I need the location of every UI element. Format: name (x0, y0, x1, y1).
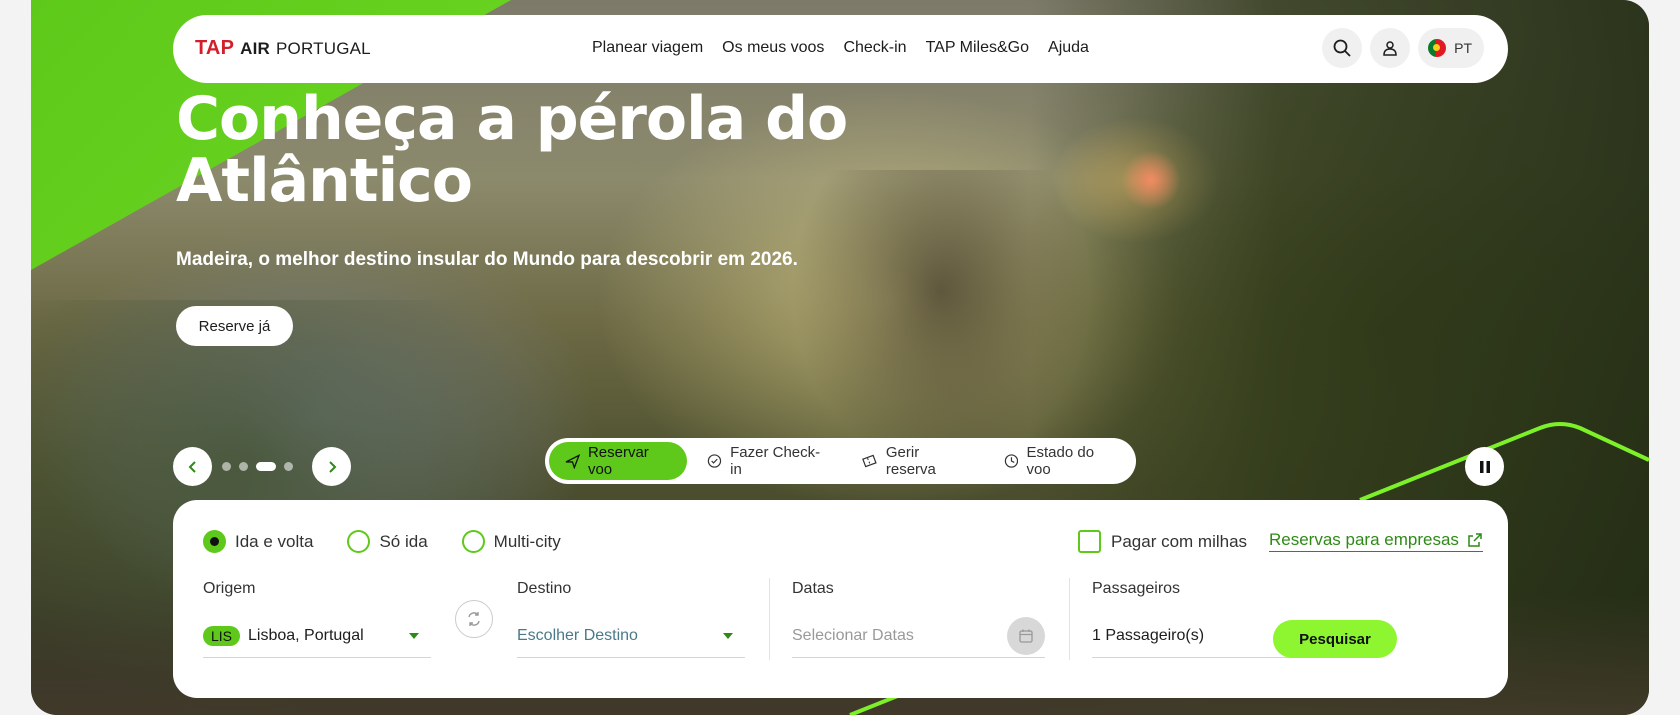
language-code: PT (1454, 40, 1472, 56)
dates-field[interactable]: Selecionar Datas (792, 615, 1045, 658)
radio-selected[interactable] (203, 530, 226, 553)
checkbox-box[interactable] (1078, 530, 1101, 553)
top-navigation: TAP AIR PORTUGAL Planear viagem Os meus … (173, 15, 1508, 83)
tap-logo[interactable]: TAP AIR PORTUGAL (195, 37, 371, 60)
tab-estado-do-voo[interactable]: Estado do voo (988, 442, 1132, 480)
tab-label: Gerir reserva (885, 444, 936, 478)
radio-label: Ida e volta (235, 531, 314, 551)
hero-people (791, 170, 1091, 470)
carousel-pause-button[interactable] (1465, 447, 1504, 486)
origin-label: Origem (203, 580, 256, 597)
hero-sun-flare (1121, 150, 1181, 210)
carousel-prev-button[interactable] (173, 447, 212, 486)
nav-link-os-meus-voos[interactable]: Os meus voos (722, 39, 824, 57)
chevron-left-icon (188, 460, 196, 473)
origin-field[interactable]: LIS Lisboa, Portugal (203, 615, 431, 658)
plane-icon (565, 454, 580, 469)
carousel-dot[interactable] (284, 462, 293, 471)
booking-tabs: Reservar voo Fazer Check-in Gerir reserv… (545, 438, 1136, 484)
swap-icon (468, 612, 480, 626)
chevron-down-icon (723, 633, 733, 639)
clock-icon (1004, 454, 1018, 468)
carousel-dot-active[interactable] (256, 462, 276, 471)
origin-code-badge: LIS (203, 626, 241, 646)
nav-link-check-in[interactable]: Check-in (843, 39, 906, 57)
nav-link-miles-go[interactable]: TAP Miles&Go (926, 39, 1029, 57)
tab-reservar-voo[interactable]: Reservar voo (549, 442, 688, 480)
calendar-icon (1019, 629, 1033, 643)
swap-origin-destination-button[interactable] (455, 600, 493, 638)
language-selector[interactable]: PT (1418, 28, 1484, 68)
dates-placeholder: Selecionar Datas (792, 627, 914, 644)
trip-type-multi-city[interactable]: Multi-city (461, 530, 561, 553)
destination-placeholder: Escolher Destino (517, 627, 638, 644)
tab-label: Estado do voo (1026, 444, 1095, 478)
radio-label: Só ida (379, 531, 428, 551)
dates-label: Datas (792, 580, 834, 597)
carousel-dots (222, 462, 293, 471)
logo-air: AIR (240, 38, 271, 58)
pause-icon (1479, 460, 1490, 473)
radio-unselected[interactable] (461, 530, 485, 553)
trip-type-one-way[interactable]: Só ida (347, 530, 428, 553)
tab-label: Reservar voo (587, 444, 649, 478)
check-circle-icon (707, 454, 722, 468)
pay-with-miles-checkbox[interactable]: Pagar com milhas (1078, 530, 1247, 553)
search-flights-button[interactable]: Pesquisar (1273, 620, 1397, 658)
search-icon (1333, 39, 1351, 57)
destination-label: Destino (517, 580, 572, 597)
link-label: Reservas para empresas (1269, 530, 1459, 549)
hero-title: Conheça a pérola do Atlântico (176, 84, 848, 216)
divider (1069, 578, 1070, 660)
carousel-dot[interactable] (222, 462, 231, 471)
calendar-button[interactable] (1007, 617, 1045, 655)
carousel-next-button[interactable] (312, 447, 351, 486)
search-button[interactable] (1322, 28, 1363, 68)
nav-actions: PT (1322, 28, 1484, 68)
account-button[interactable] (1370, 28, 1411, 68)
external-link-icon (1468, 533, 1482, 547)
ticket-icon (862, 454, 877, 468)
destination-field[interactable]: Escolher Destino (517, 615, 745, 658)
hero-subtitle: Madeira, o melhor destino insular do Mun… (176, 249, 798, 270)
reserve-now-button[interactable]: Reserve já (176, 306, 293, 346)
divider (769, 578, 770, 660)
trip-type-group: Ida e volta Só ida Multi-city (203, 530, 561, 553)
chevron-right-icon (328, 460, 336, 473)
carousel-dot[interactable] (239, 462, 248, 471)
logo-tap: TAP (195, 37, 235, 59)
portugal-flag-icon (1428, 39, 1447, 57)
booking-form-card: Ida e volta Só ida Multi-city Pagar com … (173, 500, 1508, 698)
nav-links: Planear viagem Os meus voos Check-in TAP… (592, 39, 1089, 57)
radio-unselected[interactable] (347, 530, 371, 553)
logo-portugal: PORTUGAL (276, 38, 371, 58)
nav-link-planear-viagem[interactable]: Planear viagem (592, 39, 703, 57)
user-icon (1383, 41, 1397, 56)
checkbox-label: Pagar com milhas (1111, 531, 1248, 551)
nav-link-ajuda[interactable]: Ajuda (1048, 39, 1089, 57)
passengers-value: 1 Passageiro(s) (1092, 627, 1205, 644)
chevron-down-icon (409, 633, 419, 639)
tab-label: Fazer Check-in (730, 444, 821, 478)
tab-gerir-reserva[interactable]: Gerir reserva (845, 442, 983, 480)
radio-label: Multi-city (493, 531, 561, 551)
trip-type-round-trip[interactable]: Ida e volta (203, 530, 313, 553)
business-reservations-link[interactable]: Reservas para empresas (1269, 530, 1483, 552)
origin-value: Lisboa, Portugal (248, 627, 364, 644)
tab-fazer-check-in[interactable]: Fazer Check-in (691, 442, 841, 480)
passengers-label: Passageiros (1092, 580, 1181, 597)
